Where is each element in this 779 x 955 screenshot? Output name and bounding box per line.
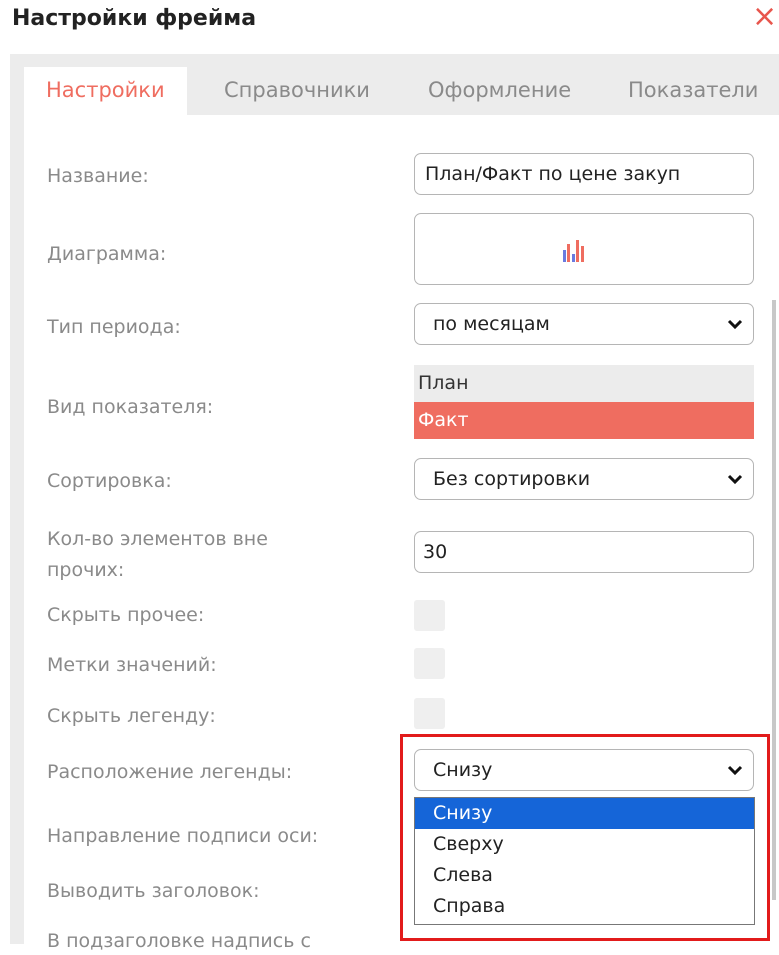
value-labels-checkbox[interactable]	[414, 648, 445, 679]
period-type-select[interactable]: по месяцам	[414, 303, 754, 345]
indicator-type-label: Вид показателя:	[47, 396, 214, 418]
subtitle-caption-label: В подзаголовке надпись с	[47, 930, 311, 952]
hide-legend-checkbox[interactable]	[414, 698, 445, 729]
hide-legend-label: Скрыть легенду:	[47, 705, 216, 727]
count-label-line1: Кол-во элементов вне	[47, 528, 268, 550]
highlight-box	[400, 734, 770, 941]
tab-design[interactable]: Оформление	[428, 67, 571, 115]
period-type-value: по месяцам	[433, 313, 550, 335]
name-label: Название:	[47, 165, 149, 187]
dialog-title: Настройки фрейма	[12, 6, 257, 31]
chart-type-button[interactable]	[414, 213, 754, 285]
close-icon[interactable]: ×	[752, 2, 777, 32]
tab-settings[interactable]: Настройки	[24, 67, 187, 115]
axis-label-direction-label: Направление подписи оси:	[47, 825, 319, 847]
name-input[interactable]: План/Факт по цене закуп	[414, 153, 754, 195]
chevron-down-icon	[727, 319, 743, 330]
indicator-type-listbox[interactable]: План Факт	[414, 365, 754, 439]
legend-position-label: Расположение легенды:	[47, 761, 293, 783]
count-label-line2: прочих:	[47, 559, 125, 581]
hide-other-label: Скрыть прочее:	[47, 604, 205, 626]
tab-directories[interactable]: Справочники	[224, 67, 370, 115]
chevron-down-icon	[727, 474, 743, 485]
value-labels-label: Метки значений:	[47, 654, 217, 676]
sorting-value: Без сортировки	[433, 468, 591, 490]
scrollbar[interactable]	[772, 300, 776, 900]
hide-other-checkbox[interactable]	[414, 600, 445, 631]
sorting-select[interactable]: Без сортировки	[414, 458, 754, 500]
sorting-label: Сортировка:	[47, 470, 172, 492]
count-input[interactable]: 30	[414, 531, 754, 573]
count-value: 30	[423, 541, 448, 563]
list-item-plan[interactable]: План	[414, 365, 754, 402]
bar-chart-icon	[563, 240, 584, 262]
period-type-label: Тип периода:	[47, 316, 181, 338]
chart-label: Диаграмма:	[47, 243, 167, 265]
list-item-fact[interactable]: Факт	[414, 402, 754, 439]
show-title-label: Выводить заголовок:	[47, 880, 260, 902]
tab-indicators[interactable]: Показатели	[628, 67, 758, 115]
